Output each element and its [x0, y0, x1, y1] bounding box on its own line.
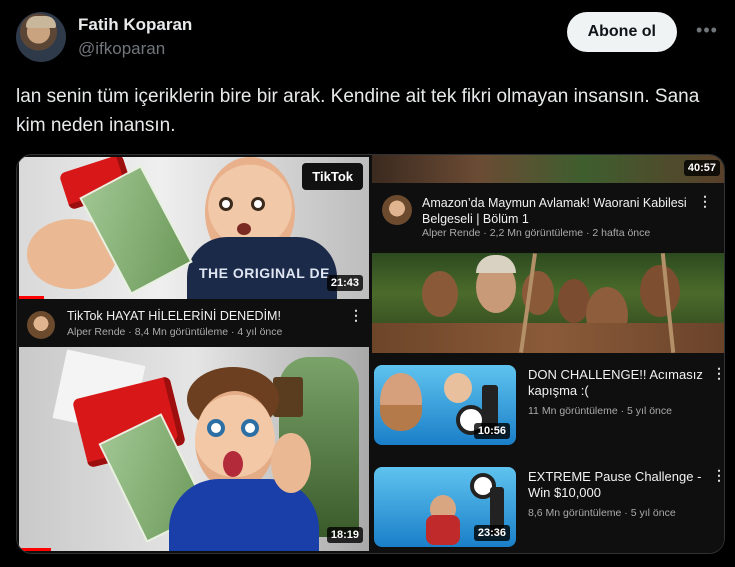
video-thumbnail[interactable]: 10:56 — [374, 365, 516, 445]
list-item[interactable]: 10:56 DON CHALLENGE!! Acımasız kapışma :… — [372, 363, 724, 449]
video-duration: 10:56 — [473, 423, 510, 439]
author-handle[interactable]: @ifkoparan — [78, 39, 165, 59]
more-vertical-icon[interactable]: ⋮ — [712, 467, 724, 484]
video-info-row[interactable]: TikTok HAYAT HİLELERİNİ DENEDİM! Alper R… — [19, 303, 369, 347]
video-duration: 21:43 — [326, 275, 363, 291]
more-horizontal-icon[interactable]: ••• — [695, 20, 719, 44]
author-avatar[interactable] — [16, 12, 66, 62]
video-title[interactable]: TikTok HAYAT HİLELERİNİ DENEDİM! — [67, 309, 281, 323]
video-title[interactable]: DON CHALLENGE!! Acımasız kapışma :( — [528, 367, 718, 399]
tiktok-badge: TikTok — [302, 163, 363, 190]
video-thumbnail-tiktok[interactable]: THE ORIGINAL DE TikTok 21:43 — [19, 157, 369, 299]
video-title[interactable]: Amazon’da Maymun Avlamak! Waorani Kabile… — [422, 195, 692, 227]
video-thumbnail-challenge[interactable]: 18:19 — [19, 347, 369, 551]
tweet-text: lan senin tüm içeriklerin bire bir arak.… — [16, 86, 700, 136]
channel-avatar[interactable] — [382, 195, 412, 225]
video-duration: 18:19 — [326, 527, 363, 543]
watch-progress-bar — [19, 548, 51, 551]
video-meta: Alper Rende · 2,2 Mn görüntüleme · 2 haf… — [422, 227, 651, 239]
video-meta: 8,6 Mn görüntüleme · 5 yıl önce — [528, 507, 676, 519]
video-duration: 40:57 — [683, 160, 720, 176]
more-vertical-icon[interactable]: ⋮ — [698, 193, 712, 210]
follow-button[interactable]: Abone ol — [566, 12, 677, 52]
video-meta: Alper Rende · 8,4 Mn görüntüleme · 4 yıl… — [67, 326, 283, 338]
more-vertical-icon[interactable]: ⋮ — [712, 365, 724, 382]
video-thumbnail-top[interactable]: 40:57 — [372, 155, 724, 183]
video-title[interactable]: EXTREME Pause Challenge - Win $10,000 — [528, 469, 718, 501]
watch-progress-bar — [19, 296, 44, 299]
video-duration: 23:36 — [473, 525, 510, 541]
tweet-media[interactable]: THE ORIGINAL DE TikTok 21:43 TikTok HAYA… — [16, 154, 725, 554]
media-right-panel: 40:57 Amazon’da Maymun Avlamak! Waorani … — [372, 155, 724, 553]
video-thumbnail[interactable]: 23:36 — [374, 467, 516, 547]
more-vertical-icon[interactable]: ⋮ — [349, 307, 363, 324]
author-name[interactable]: Fatih Koparan — [78, 15, 192, 35]
channel-avatar[interactable] — [27, 311, 55, 339]
video-meta: 11 Mn görüntüleme · 5 yıl önce — [528, 405, 672, 417]
media-left-panel: THE ORIGINAL DE TikTok 21:43 TikTok HAYA… — [17, 155, 369, 553]
video-thumbnail-amazon[interactable] — [372, 253, 724, 353]
tweet-header: Fatih Koparan @ifkoparan Abone ol ••• — [16, 12, 719, 64]
video-info-row[interactable]: Amazon’da Maymun Avlamak! Waorani Kabile… — [372, 185, 724, 251]
list-item[interactable]: 23:36 EXTREME Pause Challenge - Win $10,… — [372, 465, 724, 551]
